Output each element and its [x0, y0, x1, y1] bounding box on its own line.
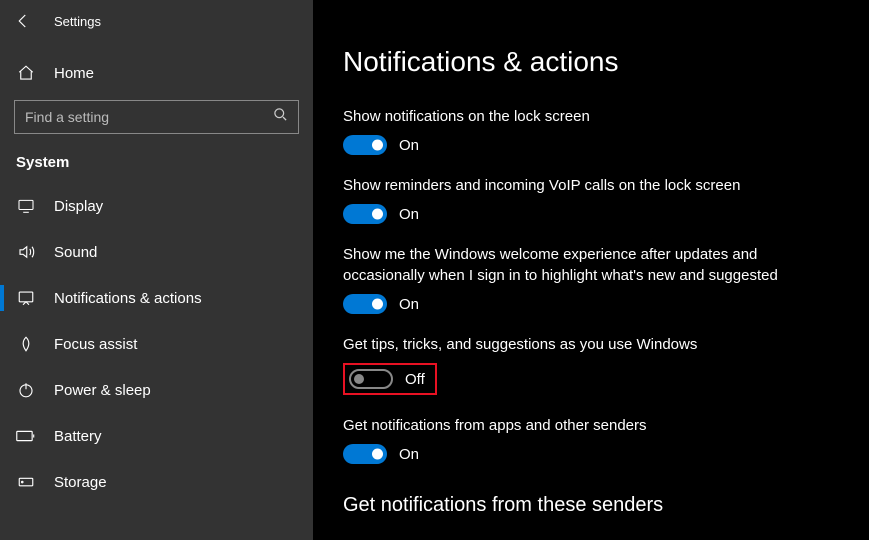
nav-focus[interactable]: Focus assist: [0, 321, 313, 367]
setting-text: Get notifications from apps and other se…: [343, 415, 813, 436]
setting-text: Show me the Windows welcome experience a…: [343, 244, 813, 286]
senders-heading: Get notifications from these senders: [343, 494, 839, 517]
toggle-lock-notif[interactable]: [343, 135, 387, 155]
titlebar: Settings: [0, 0, 313, 42]
toggle-voip[interactable]: [343, 204, 387, 224]
page-title: Notifications & actions: [343, 46, 839, 78]
search-container: [14, 100, 299, 134]
nav-label: Power & sleep: [54, 382, 151, 399]
setting-tips: Get tips, tricks, and suggestions as you…: [343, 334, 839, 395]
toggle-state-label: On: [399, 137, 419, 154]
section-label: System: [0, 134, 313, 183]
setting-welcome: Show me the Windows welcome experience a…: [343, 244, 839, 314]
nav-label: Notifications & actions: [54, 290, 202, 307]
nav-battery[interactable]: Battery: [0, 413, 313, 459]
setting-voip: Show reminders and incoming VoIP calls o…: [343, 175, 839, 224]
sidebar: Settings Home System Display Sound Not: [0, 0, 313, 540]
nav-display[interactable]: Display: [0, 183, 313, 229]
nav-power[interactable]: Power & sleep: [0, 367, 313, 413]
toggle-apps[interactable]: [343, 444, 387, 464]
nav-label: Display: [54, 198, 103, 215]
display-icon: [16, 199, 36, 213]
search-input[interactable]: [25, 109, 273, 125]
home-icon: [16, 64, 36, 82]
nav-label: Battery: [54, 428, 102, 445]
search-box[interactable]: [14, 100, 299, 134]
toggle-tips[interactable]: [349, 369, 393, 389]
nav-notifications[interactable]: Notifications & actions: [0, 275, 313, 321]
setting-text: Show reminders and incoming VoIP calls o…: [343, 175, 813, 196]
search-icon: [273, 107, 288, 127]
nav-home[interactable]: Home: [0, 52, 313, 94]
nav-storage[interactable]: Storage: [0, 459, 313, 505]
setting-text: Get tips, tricks, and suggestions as you…: [343, 334, 813, 355]
notifications-icon: [16, 289, 36, 307]
toggle-state-label: Off: [405, 371, 425, 388]
setting-apps: Get notifications from apps and other se…: [343, 415, 839, 464]
app-title: Settings: [54, 14, 101, 29]
toggle-state-label: On: [399, 446, 419, 463]
home-label: Home: [54, 65, 94, 82]
nav-label: Storage: [54, 474, 107, 491]
main-panel: Notifications & actions Show notificatio…: [313, 0, 869, 540]
toggle-state-label: On: [399, 206, 419, 223]
battery-icon: [16, 429, 36, 443]
highlight-box: Off: [343, 363, 437, 395]
nav-sound[interactable]: Sound: [0, 229, 313, 275]
focus-icon: [16, 335, 36, 353]
storage-icon: [16, 473, 36, 491]
toggle-state-label: On: [399, 296, 419, 313]
back-icon[interactable]: [14, 12, 32, 30]
nav-label: Sound: [54, 244, 97, 261]
sound-icon: [16, 243, 36, 261]
toggle-welcome[interactable]: [343, 294, 387, 314]
nav-label: Focus assist: [54, 336, 137, 353]
setting-lock-notif: Show notifications on the lock screen On: [343, 106, 839, 155]
setting-text: Show notifications on the lock screen: [343, 106, 813, 127]
power-icon: [16, 381, 36, 399]
